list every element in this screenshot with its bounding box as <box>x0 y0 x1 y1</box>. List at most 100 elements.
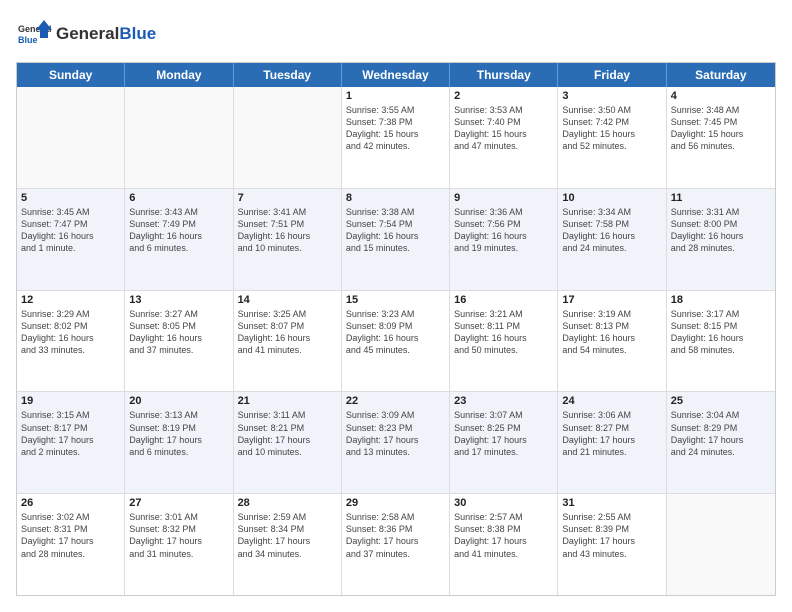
day-number: 23 <box>454 395 553 407</box>
day-cell-14: 14 Sunrise: 3:25 AM Sunset: 8:07 PM Dayli… <box>234 291 342 392</box>
day-number: 8 <box>346 192 445 204</box>
empty-cell <box>667 494 775 595</box>
day-cell-8: 8 Sunrise: 3:38 AM Sunset: 7:54 PM Daylig… <box>342 189 450 290</box>
day-header-sunday: Sunday <box>17 63 125 87</box>
day-info: Sunrise: 3:31 AM Sunset: 8:00 PM Dayligh… <box>671 206 771 255</box>
day-number: 31 <box>562 497 661 509</box>
day-cell-17: 17 Sunrise: 3:19 AM Sunset: 8:13 PM Dayli… <box>558 291 666 392</box>
day-cell-25: 25Sunrise: 3:04 AM Sunset: 8:29 PM Dayli… <box>667 392 775 493</box>
day-cell-16: 16 Sunrise: 3:21 AM Sunset: 8:11 PM Dayli… <box>450 291 558 392</box>
calendar: SundayMondayTuesdayWednesdayThursdayFrid… <box>16 62 776 596</box>
day-info: Sunrise: 2:59 AM Sunset: 8:34 PM Dayligh… <box>238 511 337 560</box>
day-number: 30 <box>454 497 553 509</box>
day-cell-19: 19 Sunrise: 3:15 AM Sunset: 8:17 PM Dayli… <box>17 392 125 493</box>
day-info: Sunrise: 3:38 AM Sunset: 7:54 PM Dayligh… <box>346 206 445 255</box>
day-number: 28 <box>238 497 337 509</box>
logo-general: General <box>56 24 119 43</box>
day-info: Sunrise: 3:34 AM Sunset: 7:58 PM Dayligh… <box>562 206 661 255</box>
day-header-friday: Friday <box>558 63 666 87</box>
day-info: Sunrise: 3:15 AM Sunset: 8:17 PM Dayligh… <box>21 409 120 458</box>
page: General Blue GeneralBlue SundayMondayTue… <box>0 0 792 612</box>
day-number: 7 <box>238 192 337 204</box>
day-number: 25 <box>671 395 771 407</box>
day-number: 19 <box>21 395 120 407</box>
day-cell-3: 3Sunrise: 3:50 AM Sunset: 7:42 PM Daylig… <box>558 87 666 188</box>
day-cell-24: 24 Sunrise: 3:06 AM Sunset: 8:27 PM Dayli… <box>558 392 666 493</box>
day-info: Sunrise: 3:11 AM Sunset: 8:21 PM Dayligh… <box>238 409 337 458</box>
day-cell-10: 10 Sunrise: 3:34 AM Sunset: 7:58 PM Dayli… <box>558 189 666 290</box>
day-info: Sunrise: 3:25 AM Sunset: 8:07 PM Dayligh… <box>238 308 337 357</box>
day-cell-9: 9Sunrise: 3:36 AM Sunset: 7:56 PM Daylig… <box>450 189 558 290</box>
day-number: 16 <box>454 294 553 306</box>
day-info: Sunrise: 3:17 AM Sunset: 8:15 PM Dayligh… <box>671 308 771 357</box>
day-number: 26 <box>21 497 120 509</box>
day-cell-22: 22 Sunrise: 3:09 AM Sunset: 8:23 PM Dayli… <box>342 392 450 493</box>
header: General Blue GeneralBlue <box>16 16 776 52</box>
day-info: Sunrise: 3:13 AM Sunset: 8:19 PM Dayligh… <box>129 409 228 458</box>
day-cell-27: 27 Sunrise: 3:01 AM Sunset: 8:32 PM Dayli… <box>125 494 233 595</box>
day-cell-15: 15Sunrise: 3:23 AM Sunset: 8:09 PM Dayli… <box>342 291 450 392</box>
day-number: 2 <box>454 90 553 102</box>
day-number: 10 <box>562 192 661 204</box>
logo-blue: Blue <box>119 24 156 43</box>
day-number: 29 <box>346 497 445 509</box>
day-header-thursday: Thursday <box>450 63 558 87</box>
day-info: Sunrise: 2:55 AM Sunset: 8:39 PM Dayligh… <box>562 511 661 560</box>
day-cell-31: 31 Sunrise: 2:55 AM Sunset: 8:39 PM Dayli… <box>558 494 666 595</box>
day-number: 14 <box>238 294 337 306</box>
day-info: Sunrise: 3:50 AM Sunset: 7:42 PM Dayligh… <box>562 104 661 153</box>
logo: General Blue GeneralBlue <box>16 16 156 52</box>
day-number: 12 <box>21 294 120 306</box>
day-info: Sunrise: 3:21 AM Sunset: 8:11 PM Dayligh… <box>454 308 553 357</box>
day-number: 27 <box>129 497 228 509</box>
day-info: Sunrise: 3:09 AM Sunset: 8:23 PM Dayligh… <box>346 409 445 458</box>
day-number: 18 <box>671 294 771 306</box>
day-info: Sunrise: 3:45 AM Sunset: 7:47 PM Dayligh… <box>21 206 120 255</box>
day-number: 5 <box>21 192 120 204</box>
day-cell-23: 23 Sunrise: 3:07 AM Sunset: 8:25 PM Dayli… <box>450 392 558 493</box>
day-number: 6 <box>129 192 228 204</box>
day-info: Sunrise: 3:41 AM Sunset: 7:51 PM Dayligh… <box>238 206 337 255</box>
day-cell-13: 13Sunrise: 3:27 AM Sunset: 8:05 PM Dayli… <box>125 291 233 392</box>
day-cell-2: 2 Sunrise: 3:53 AM Sunset: 7:40 PM Daylig… <box>450 87 558 188</box>
day-number: 24 <box>562 395 661 407</box>
day-number: 1 <box>346 90 445 102</box>
day-info: Sunrise: 3:06 AM Sunset: 8:27 PM Dayligh… <box>562 409 661 458</box>
day-info: Sunrise: 3:53 AM Sunset: 7:40 PM Dayligh… <box>454 104 553 153</box>
day-info: Sunrise: 2:57 AM Sunset: 8:38 PM Dayligh… <box>454 511 553 560</box>
day-cell-1: 1Sunrise: 3:55 AM Sunset: 7:38 PM Daylig… <box>342 87 450 188</box>
empty-cell <box>17 87 125 188</box>
day-number: 4 <box>671 90 771 102</box>
empty-cell <box>234 87 342 188</box>
day-info: Sunrise: 3:19 AM Sunset: 8:13 PM Dayligh… <box>562 308 661 357</box>
day-header-tuesday: Tuesday <box>234 63 342 87</box>
day-number: 22 <box>346 395 445 407</box>
day-number: 21 <box>238 395 337 407</box>
day-cell-4: 4 Sunrise: 3:48 AM Sunset: 7:45 PM Daylig… <box>667 87 775 188</box>
calendar-body: 1Sunrise: 3:55 AM Sunset: 7:38 PM Daylig… <box>17 87 775 595</box>
day-cell-21: 21 Sunrise: 3:11 AM Sunset: 8:21 PM Dayli… <box>234 392 342 493</box>
day-header-saturday: Saturday <box>667 63 775 87</box>
day-info: Sunrise: 3:36 AM Sunset: 7:56 PM Dayligh… <box>454 206 553 255</box>
day-cell-26: 26 Sunrise: 3:02 AM Sunset: 8:31 PM Dayli… <box>17 494 125 595</box>
calendar-header-row: SundayMondayTuesdayWednesdayThursdayFrid… <box>17 63 775 87</box>
logo-text: GeneralBlue <box>56 24 156 44</box>
day-info: Sunrise: 3:01 AM Sunset: 8:32 PM Dayligh… <box>129 511 228 560</box>
calendar-week-3: 19 Sunrise: 3:15 AM Sunset: 8:17 PM Dayli… <box>17 392 775 494</box>
day-header-wednesday: Wednesday <box>342 63 450 87</box>
day-cell-7: 7 Sunrise: 3:41 AM Sunset: 7:51 PM Daylig… <box>234 189 342 290</box>
calendar-week-0: 1Sunrise: 3:55 AM Sunset: 7:38 PM Daylig… <box>17 87 775 189</box>
day-cell-29: 29 Sunrise: 2:58 AM Sunset: 8:36 PM Dayli… <box>342 494 450 595</box>
day-info: Sunrise: 3:48 AM Sunset: 7:45 PM Dayligh… <box>671 104 771 153</box>
day-cell-18: 18 Sunrise: 3:17 AM Sunset: 8:15 PM Dayli… <box>667 291 775 392</box>
day-cell-28: 28 Sunrise: 2:59 AM Sunset: 8:34 PM Dayli… <box>234 494 342 595</box>
day-cell-20: 20Sunrise: 3:13 AM Sunset: 8:19 PM Dayli… <box>125 392 233 493</box>
svg-text:Blue: Blue <box>18 35 38 45</box>
day-number: 13 <box>129 294 228 306</box>
day-info: Sunrise: 3:07 AM Sunset: 8:25 PM Dayligh… <box>454 409 553 458</box>
day-cell-12: 12Sunrise: 3:29 AM Sunset: 8:02 PM Dayli… <box>17 291 125 392</box>
day-info: Sunrise: 3:43 AM Sunset: 7:49 PM Dayligh… <box>129 206 228 255</box>
day-info: Sunrise: 3:02 AM Sunset: 8:31 PM Dayligh… <box>21 511 120 560</box>
day-number: 17 <box>562 294 661 306</box>
day-info: Sunrise: 2:58 AM Sunset: 8:36 PM Dayligh… <box>346 511 445 560</box>
